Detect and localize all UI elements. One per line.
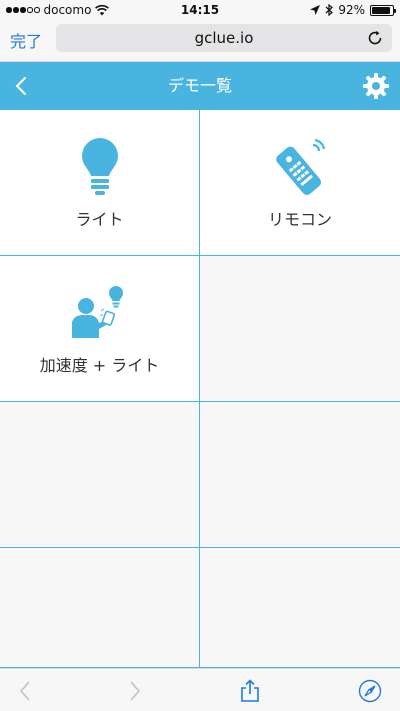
tile-light[interactable]: ライト bbox=[0, 110, 200, 256]
remote-control-icon bbox=[276, 138, 326, 195]
app-header: デモ一覧 bbox=[0, 62, 400, 110]
battery-percent: 92% bbox=[338, 3, 365, 17]
url-field[interactable]: gclue.io bbox=[56, 24, 392, 52]
reload-icon[interactable] bbox=[366, 29, 384, 47]
empty-tile bbox=[0, 548, 200, 668]
empty-tile bbox=[200, 256, 400, 402]
battery-level bbox=[372, 6, 391, 14]
status-bar: docomo 14:15 92% bbox=[0, 0, 400, 20]
url-text: gclue.io bbox=[194, 29, 254, 47]
tile-accel-light-icon-wrap bbox=[0, 282, 199, 344]
gear-icon[interactable] bbox=[362, 72, 390, 100]
done-button[interactable]: 完了 bbox=[10, 28, 42, 52]
empty-tile bbox=[200, 548, 400, 668]
tile-accel-light-label: 加速度 + ライト bbox=[39, 356, 160, 375]
browser-bar: 完了 gclue.io bbox=[0, 20, 400, 62]
status-right: 92% bbox=[310, 3, 396, 17]
back-arrow-icon[interactable] bbox=[14, 679, 38, 703]
page-title: デモ一覧 bbox=[167, 76, 232, 95]
compass-icon[interactable] bbox=[358, 679, 382, 703]
empty-tile bbox=[0, 402, 200, 548]
empty-tile bbox=[200, 402, 400, 548]
share-icon[interactable] bbox=[238, 679, 262, 703]
battery-icon bbox=[370, 4, 396, 16]
forward-arrow-icon[interactable] bbox=[122, 679, 146, 703]
bluetooth-icon bbox=[325, 4, 334, 16]
tile-remote-icon-wrap bbox=[200, 136, 400, 198]
lightbulb-icon bbox=[81, 138, 118, 195]
tile-accel-light[interactable]: 加速度 + ライト bbox=[0, 256, 200, 402]
tile-light-label: ライト bbox=[75, 210, 124, 229]
person-accelerometer-light-icon bbox=[71, 286, 123, 338]
location-arrow-icon bbox=[310, 5, 321, 15]
tile-light-icon-wrap bbox=[0, 136, 199, 198]
tile-remote-label: リモコン bbox=[267, 210, 332, 229]
demo-grid: ライト リモコン 加速度 + ライト bbox=[0, 110, 400, 668]
browser-toolbar bbox=[0, 668, 400, 711]
tile-remote[interactable]: リモコン bbox=[200, 110, 400, 256]
